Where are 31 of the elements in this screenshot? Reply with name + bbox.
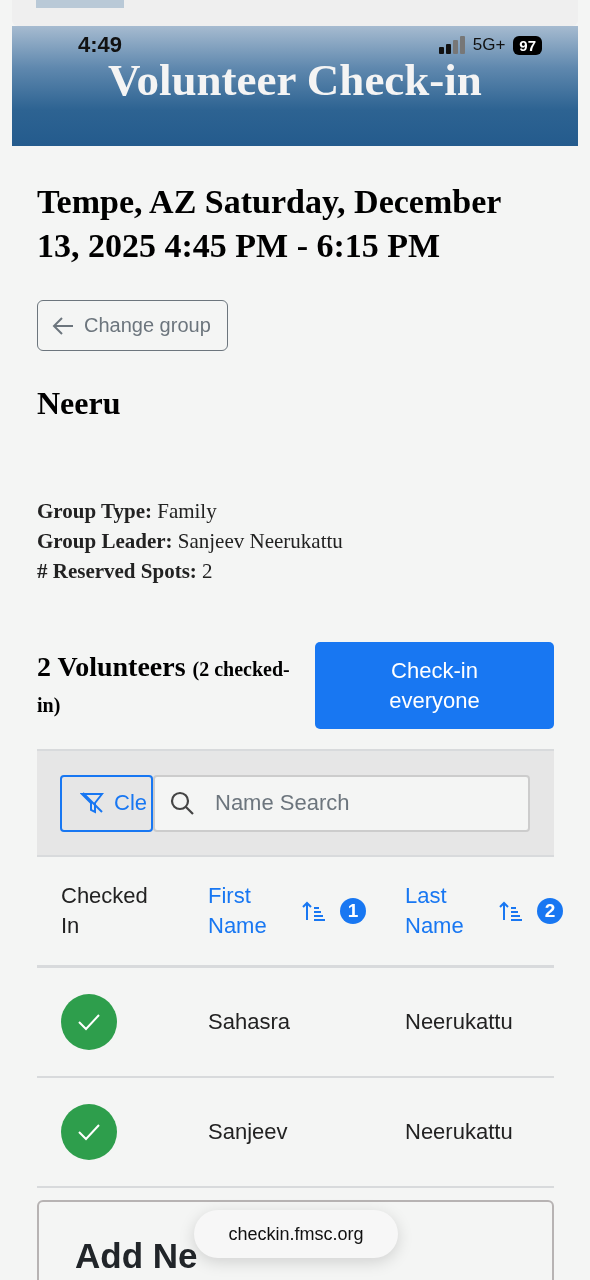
sort-order-badge: 1	[340, 898, 366, 924]
table-cell-text: Sanjeev	[208, 1119, 289, 1145]
change-group-button[interactable]: Change group	[37, 300, 228, 351]
table-cell-text: Neerukattu	[405, 1119, 514, 1145]
filter-off-icon	[80, 791, 104, 815]
check-in-everyone-button[interactable]: Check-in everyone	[315, 642, 554, 729]
checked-in-indicator[interactable]	[61, 994, 117, 1050]
clear-filter-button[interactable]: Cle	[60, 774, 153, 832]
table-cell-text: Neerukattu	[405, 1009, 514, 1035]
sort-order-badge: 2	[537, 898, 563, 924]
volunteer-count: 2 Volunteers (2 checked-in)	[37, 650, 291, 719]
group-detail: # Reserved Spots: 2	[37, 558, 214, 585]
checked-in-indicator[interactable]	[61, 1104, 117, 1160]
search-field[interactable]: Name Search	[153, 774, 530, 832]
sort-ascending-icon	[302, 900, 326, 922]
group-detail: Group Type: Family	[37, 498, 218, 525]
column-header[interactable]: First Name	[208, 881, 288, 941]
search-icon	[169, 789, 195, 816]
table-cell-text: Sahasra	[208, 1009, 291, 1035]
battery-indicator: 97	[513, 35, 542, 55]
status-time: 4:49	[78, 32, 124, 58]
page-title: Volunteer Check-in	[107, 58, 483, 102]
sort-ascending-icon	[499, 900, 523, 922]
network-label: 5G+	[472, 35, 506, 55]
column-header[interactable]: Last Name	[405, 881, 485, 941]
arrow-left-icon	[52, 315, 74, 336]
event-title: Tempe, AZ Saturday, December 13, 2025 4:45 PM - 6:15 PM	[37, 182, 502, 266]
group-detail: Group Leader: Sanjeev Neerukattu	[37, 528, 344, 555]
column-header: Checked In	[61, 882, 149, 940]
group-name: Neeru	[37, 385, 122, 422]
signal-icon	[438, 36, 467, 54]
